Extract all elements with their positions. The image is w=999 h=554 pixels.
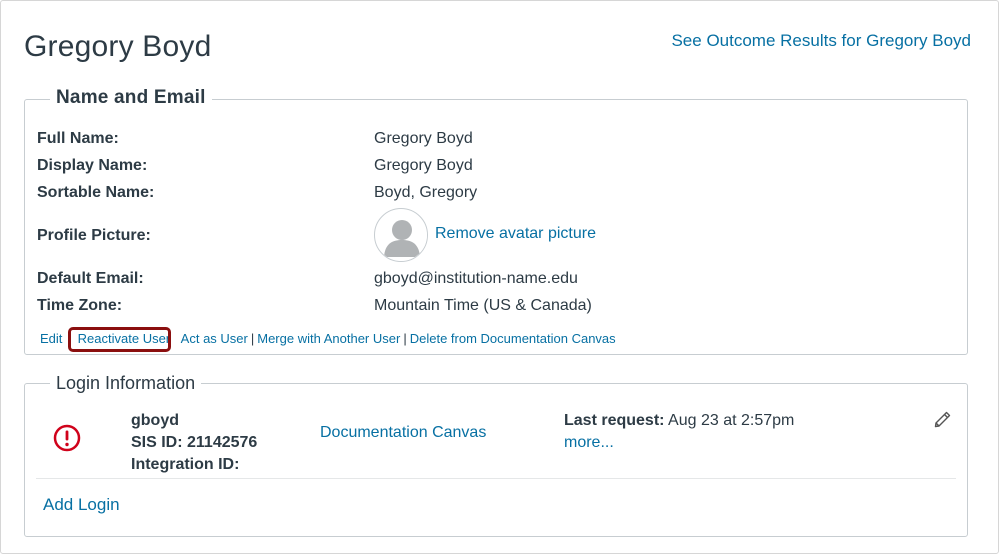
time-zone-label: Time Zone:	[37, 297, 123, 314]
action-separator: |	[403, 331, 407, 346]
last-request-value: Aug 23 at 2:57pm	[668, 412, 795, 429]
sortable-name-label: Sortable Name:	[37, 184, 155, 201]
profile-picture-label: Profile Picture:	[37, 227, 151, 244]
login-info-legend: Login Information	[50, 373, 202, 394]
integration-id: Integration ID:	[131, 456, 240, 473]
act-as-user-link[interactable]: Act as User	[181, 331, 248, 346]
delete-user-link[interactable]: Delete from Documentation Canvas	[410, 331, 616, 346]
edit-link[interactable]: Edit	[40, 331, 62, 346]
last-request: Last request: Aug 23 at 2:57pm more...	[564, 410, 794, 454]
sis-id: SIS ID: 21142576	[131, 434, 258, 451]
action-separator: |	[250, 331, 255, 346]
full-name-label: Full Name:	[37, 130, 119, 147]
login-username: gboyd	[131, 412, 179, 429]
page-title: Gregory Boyd	[24, 30, 212, 63]
merge-user-link[interactable]: Merge with Another User	[257, 331, 400, 346]
more-link[interactable]: more...	[564, 434, 614, 451]
alert-circle-icon	[53, 424, 81, 452]
login-divider	[36, 478, 956, 479]
time-zone-value: Mountain Time (US & Canada)	[374, 297, 592, 314]
pencil-icon[interactable]	[932, 408, 954, 430]
default-email-label: Default Email:	[37, 270, 144, 287]
display-name-value: Gregory Boyd	[374, 157, 473, 174]
account-link[interactable]: Documentation Canvas	[320, 424, 486, 442]
see-outcome-results-link[interactable]: See Outcome Results for Gregory Boyd	[671, 31, 971, 51]
full-name-value: Gregory Boyd	[374, 130, 473, 147]
default-email-value: gboyd@institution-name.edu	[374, 270, 578, 287]
display-name-label: Display Name:	[37, 157, 148, 174]
sortable-name-value: Boyd, Gregory	[374, 184, 478, 201]
last-request-label: Last request:	[564, 412, 665, 429]
login-identity: gboyd SIS ID: 21142576 Integration ID:	[131, 410, 257, 476]
add-login-link[interactable]: Add Login	[43, 495, 120, 515]
name-email-legend: Name and Email	[50, 87, 212, 109]
remove-avatar-link[interactable]: Remove avatar picture	[435, 225, 596, 243]
default-avatar-icon	[374, 208, 428, 262]
reactivate-highlight-box	[68, 327, 171, 352]
